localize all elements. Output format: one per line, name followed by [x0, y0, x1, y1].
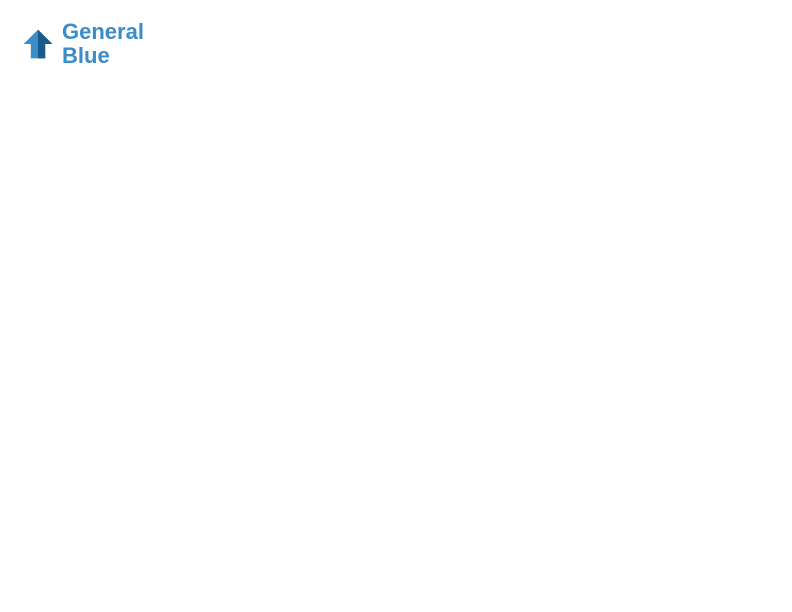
page-header: General Blue: [20, 20, 772, 68]
logo-text: General Blue: [62, 20, 144, 68]
logo: General Blue: [20, 20, 144, 68]
logo-icon: [20, 26, 56, 62]
